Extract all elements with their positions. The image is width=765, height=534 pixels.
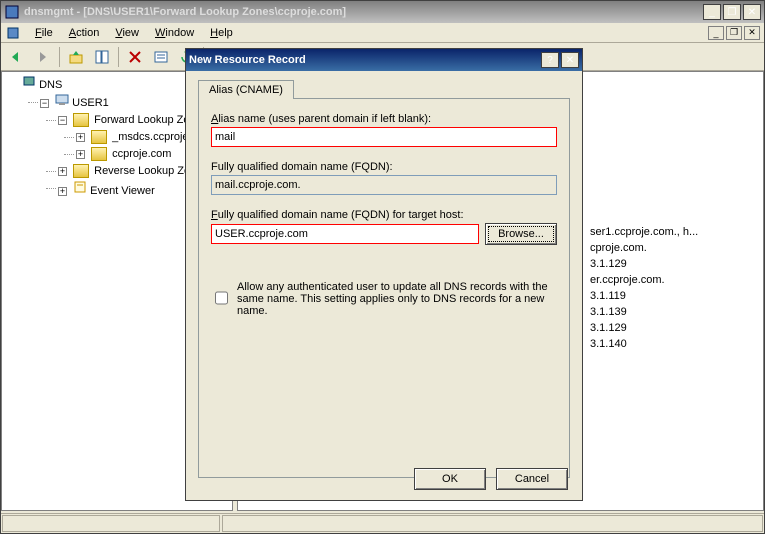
tree-ev-label: Event Viewer bbox=[90, 185, 155, 197]
alias-name-input[interactable] bbox=[211, 127, 557, 147]
server-icon bbox=[22, 79, 36, 91]
mdi-restore[interactable]: ❐ bbox=[726, 26, 742, 40]
minimize-button[interactable]: _ bbox=[703, 4, 721, 20]
menubar: File Action View Window Help _ ❐ ✕ bbox=[1, 23, 764, 43]
allow-update-checkbox[interactable] bbox=[215, 282, 228, 314]
menu-window[interactable]: Window bbox=[149, 25, 200, 41]
menu-help[interactable]: Help bbox=[204, 25, 239, 41]
dialog-titlebar[interactable]: New Resource Record ? ✕ bbox=[186, 49, 582, 71]
event-icon bbox=[73, 185, 87, 197]
folder-icon bbox=[73, 164, 89, 178]
delete-button[interactable] bbox=[123, 45, 147, 69]
tree-zone2-label: ccproje.com bbox=[112, 148, 171, 160]
tab-alias-cname[interactable]: Alias (CNAME) bbox=[198, 80, 294, 99]
record-row[interactable]: er.ccproje.com. bbox=[590, 272, 757, 288]
target-fqdn-label: Fully qualified domain name (FQDN) for t… bbox=[211, 209, 557, 221]
allow-update-label: Allow any authenticated user to update a… bbox=[237, 281, 557, 317]
expand-icon[interactable]: + bbox=[76, 150, 85, 159]
zone-icon bbox=[91, 147, 107, 161]
expand-icon[interactable]: + bbox=[76, 133, 85, 142]
collapse-icon[interactable]: − bbox=[58, 116, 67, 125]
fqdn-readonly bbox=[211, 175, 557, 195]
show-hide-button[interactable] bbox=[90, 45, 114, 69]
record-row[interactable]: 3.1.140 bbox=[590, 336, 757, 352]
record-row[interactable]: 3.1.139 bbox=[590, 304, 757, 320]
menu-action[interactable]: Action bbox=[63, 25, 106, 41]
record-row[interactable]: 3.1.119 bbox=[590, 288, 757, 304]
maximize-button[interactable]: ❐ bbox=[723, 4, 741, 20]
zone-icon bbox=[91, 130, 107, 144]
new-resource-record-dialog: New Resource Record ? ✕ Alias (CNAME) Al… bbox=[185, 48, 583, 501]
menu-file[interactable]: File bbox=[29, 25, 59, 41]
forward-button[interactable] bbox=[31, 45, 55, 69]
tab-panel: Alias name (uses parent domain if left b… bbox=[198, 98, 570, 478]
up-button[interactable] bbox=[64, 45, 88, 69]
mdi-minimize[interactable]: _ bbox=[708, 26, 724, 40]
cancel-button[interactable]: Cancel bbox=[496, 468, 568, 490]
app-icon bbox=[4, 4, 20, 20]
main-titlebar[interactable]: dnsmgmt - [DNS\USER1\Forward Lookup Zone… bbox=[1, 1, 764, 23]
dialog-title: New Resource Record bbox=[189, 54, 541, 66]
browse-button[interactable]: Browse... bbox=[485, 223, 557, 245]
folder-icon bbox=[73, 113, 89, 127]
mdi-icon bbox=[5, 25, 21, 41]
back-button[interactable] bbox=[5, 45, 29, 69]
record-row[interactable]: 3.1.129 bbox=[590, 320, 757, 336]
tree-root-label: DNS bbox=[39, 79, 62, 91]
status-cell bbox=[222, 515, 763, 532]
properties-button[interactable] bbox=[149, 45, 173, 69]
target-host-input[interactable] bbox=[211, 224, 479, 244]
collapse-icon[interactable]: − bbox=[40, 99, 49, 108]
computer-icon bbox=[55, 97, 69, 109]
fqdn-label: Fully qualified domain name (FQDN): bbox=[211, 161, 557, 173]
record-row[interactable]: ser1.ccproje.com., h... bbox=[590, 224, 757, 240]
expand-icon[interactable]: + bbox=[58, 187, 67, 196]
main-title: dnsmgmt - [DNS\USER1\Forward Lookup Zone… bbox=[24, 6, 703, 18]
tree-server-label: USER1 bbox=[72, 97, 109, 109]
close-button[interactable]: ✕ bbox=[743, 4, 761, 20]
expand-icon[interactable]: + bbox=[58, 167, 67, 176]
dialog-close-button[interactable]: ✕ bbox=[561, 52, 579, 68]
status-bar bbox=[1, 513, 764, 533]
mdi-close[interactable]: ✕ bbox=[744, 26, 760, 40]
record-row[interactable]: cproje.com. bbox=[590, 240, 757, 256]
ok-button[interactable]: OK bbox=[414, 468, 486, 490]
status-cell bbox=[2, 515, 220, 532]
menu-view[interactable]: View bbox=[109, 25, 145, 41]
record-row[interactable]: 3.1.129 bbox=[590, 256, 757, 272]
help-button[interactable]: ? bbox=[541, 52, 559, 68]
alias-name-label: Alias name (uses parent domain if left b… bbox=[211, 113, 557, 125]
